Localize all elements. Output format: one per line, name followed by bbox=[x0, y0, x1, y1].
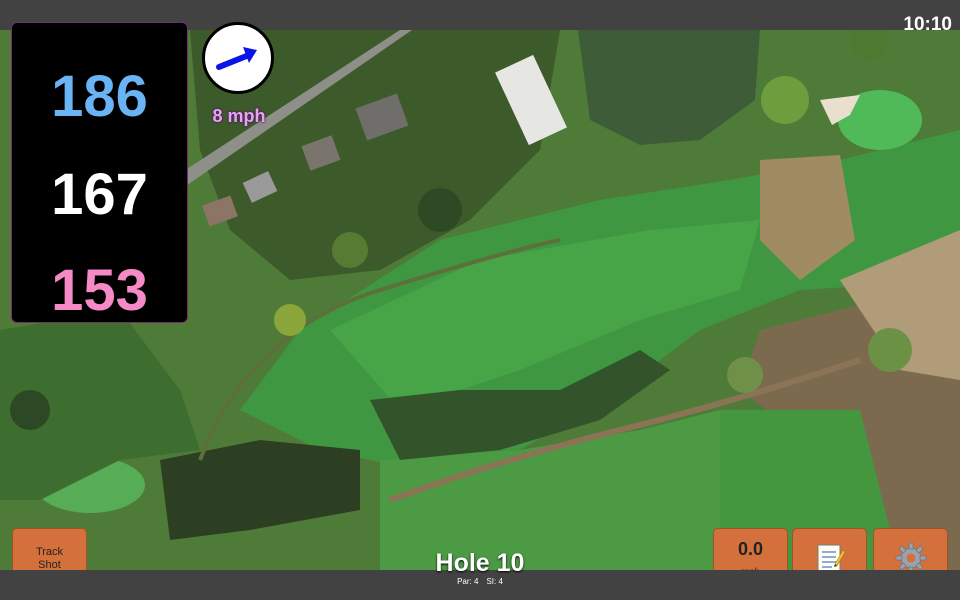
wind-indicator bbox=[202, 22, 274, 94]
back-distance: 186 bbox=[51, 64, 148, 129]
hole-stroke-index: SI: 4 bbox=[486, 577, 503, 586]
distance-panel: 186 167 153 bbox=[11, 22, 188, 323]
front-distance: 153 bbox=[51, 258, 148, 323]
center-distance: 167 bbox=[51, 162, 148, 227]
wind-speed-label: 8 mph bbox=[212, 106, 266, 126]
wind-direction-arrow-icon bbox=[216, 47, 257, 70]
wind-readout-value: 0.0 bbox=[737, 539, 764, 559]
hole-par: Par: 4 bbox=[457, 577, 479, 586]
hole-title: Hole 10 bbox=[435, 549, 525, 577]
hole-info: Par: 4 SI: 4 bbox=[380, 577, 580, 586]
track-shot-label-line1: Track bbox=[35, 546, 64, 558]
